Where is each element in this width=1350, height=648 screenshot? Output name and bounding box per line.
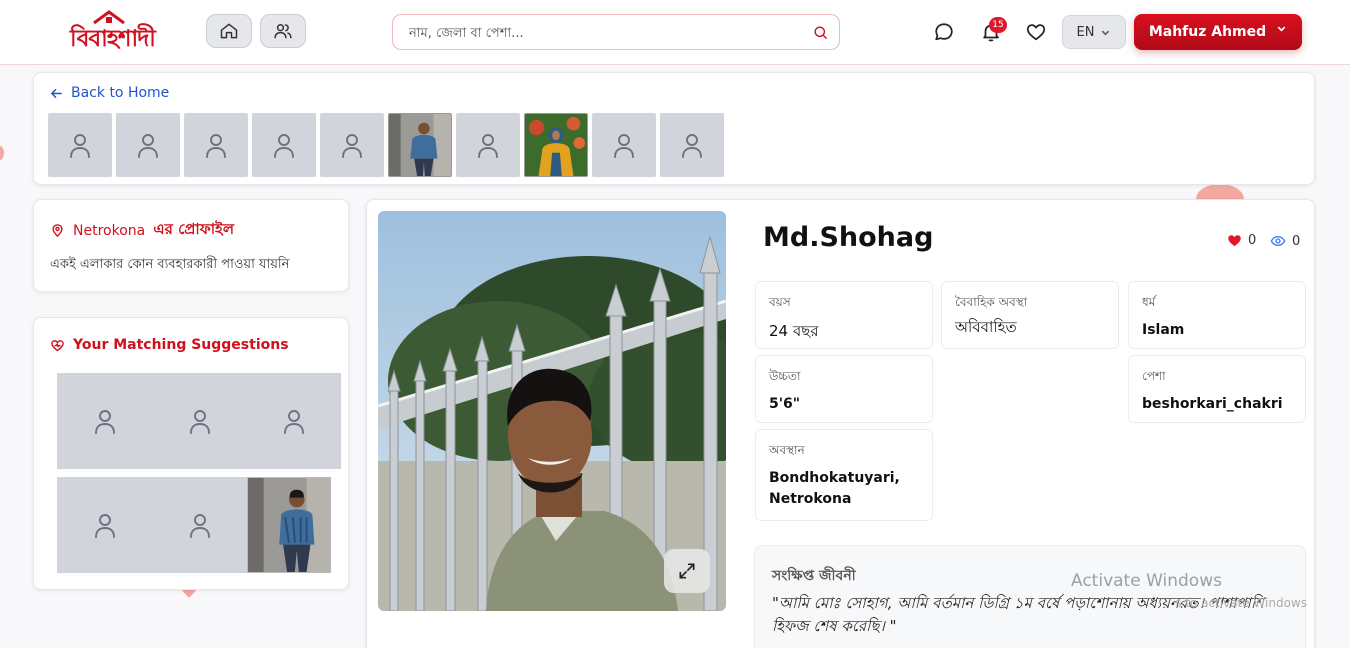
user-placeholder-icon	[70, 134, 90, 158]
eye-icon	[1270, 235, 1286, 247]
back-to-home-link[interactable]: Back to Home	[50, 85, 169, 101]
info-card-marital-status: বৈবাহিক অবস্থা অবিবাহিত	[941, 281, 1119, 349]
activate-windows-subtitle: Go to Settings to activate Windows.	[1176, 596, 1307, 610]
search-icon[interactable]	[812, 24, 829, 41]
gallery-thumbnail[interactable]	[456, 113, 520, 177]
area-profile-title: Netrokona এর প্রোফাইল	[50, 218, 234, 243]
user-placeholder-icon	[614, 134, 634, 158]
profile-photo-woman	[525, 114, 587, 176]
religion-label: ধর্ম	[1142, 295, 1156, 309]
user-placeholder-icon	[95, 514, 115, 538]
users-icon	[274, 24, 292, 39]
suggestion-item[interactable]	[153, 373, 247, 469]
gallery-thumbnail[interactable]	[524, 113, 588, 177]
location-label: অবস্থান	[769, 443, 805, 457]
area-profile-suffix: এর প্রোফাইল	[153, 220, 235, 238]
user-name: Mahfuz Ahmed	[1148, 24, 1267, 40]
suggestions-title: Your Matching Suggestions	[50, 337, 289, 353]
activate-windows-subtitle-text: Go to Settings to activate Windows.	[1176, 596, 1307, 610]
heart-pulse-icon	[51, 339, 64, 351]
suggestion-item[interactable]	[247, 373, 341, 469]
age-value: 24 বছর	[769, 322, 819, 340]
decorative-blob	[0, 146, 4, 160]
user-placeholder-icon	[274, 134, 294, 158]
gallery-thumbnail[interactable]	[48, 113, 112, 177]
profile-photo-man	[248, 478, 330, 572]
home-button[interactable]	[206, 14, 252, 48]
height-value: 5'6"	[769, 396, 801, 412]
user-placeholder-icon	[206, 134, 226, 158]
suggestion-item[interactable]	[57, 373, 153, 469]
area-profile-message: একই এলাকার কোন ব্যবহারকারী পাওয়া যায়নি	[50, 257, 290, 272]
user-placeholder-icon	[190, 410, 210, 434]
profession-value: beshorkari_chakri	[1142, 396, 1283, 412]
user-menu-button[interactable]: Mahfuz Ahmed	[1134, 14, 1302, 50]
heart-filled-icon	[1228, 235, 1241, 247]
marital-status-value: অবিবাহিত	[955, 318, 1017, 336]
religion-value: Islam	[1142, 322, 1185, 338]
gallery-thumbnail[interactable]	[184, 113, 248, 177]
age-label: বয়স	[769, 295, 791, 309]
bio-title: সংক্ষিপ্ত জীবনী	[772, 568, 856, 584]
suggestion-item[interactable]	[153, 477, 247, 573]
views-count: 0	[1270, 233, 1300, 249]
area-profile-card	[33, 199, 349, 292]
location-pin-icon	[52, 224, 63, 238]
search-input[interactable]	[409, 23, 799, 43]
messages-button[interactable]	[932, 20, 956, 44]
profile-name: Md.Shohag	[763, 222, 934, 253]
user-placeholder-icon	[342, 134, 362, 158]
users-button[interactable]	[260, 14, 306, 48]
info-card-religion: ধর্ম Islam	[1128, 281, 1306, 349]
info-card-age: বয়স 24 বছর	[755, 281, 933, 349]
expand-photo-button[interactable]	[664, 549, 710, 593]
user-placeholder-icon	[190, 514, 210, 538]
language-label: EN	[1076, 24, 1095, 40]
home-icon	[220, 23, 238, 39]
area-location: Netrokona	[73, 222, 146, 239]
gallery-thumbnail[interactable]	[660, 113, 724, 177]
language-selector[interactable]: EN	[1062, 15, 1126, 49]
suggestions-title-text: Your Matching Suggestions	[73, 337, 289, 353]
marital-status-label: বৈবাহিক অবস্থা	[955, 295, 1028, 309]
user-placeholder-icon	[95, 410, 115, 434]
user-placeholder-icon	[478, 134, 498, 158]
suggestion-item[interactable]	[57, 477, 153, 573]
chevron-down-icon	[1102, 30, 1110, 35]
user-placeholder-icon	[682, 134, 702, 158]
gallery-thumbnail[interactable]	[388, 113, 452, 177]
likes-count: 0	[1227, 233, 1256, 248]
heart-icon	[1026, 24, 1046, 41]
info-card-location: অবস্থান Bondhokatuyari, Netrokona	[755, 429, 933, 521]
top-header: বিবাহশাদী 15	[0, 0, 1350, 65]
gallery-thumbnail[interactable]	[592, 113, 656, 177]
gallery-thumbnail[interactable]	[116, 113, 180, 177]
gallery-thumbnail[interactable]	[320, 113, 384, 177]
site-logo[interactable]: বিবাহশাদী	[70, 10, 166, 52]
activate-windows-title: Activate Windows	[1071, 571, 1222, 591]
profession-label: পেশা	[1142, 369, 1166, 383]
search-box	[392, 14, 840, 50]
info-card-height: উচ্চতা 5'6"	[755, 355, 933, 423]
user-placeholder-icon	[284, 410, 304, 434]
location-value: Bondhokatuyari, Netrokona	[769, 470, 900, 507]
user-placeholder-icon	[138, 134, 158, 158]
logo-text: বিবাহশাদী	[70, 25, 156, 52]
favorites-button[interactable]	[1024, 20, 1048, 44]
chevron-down-icon	[1277, 26, 1286, 32]
expand-icon	[679, 563, 695, 579]
profile-photo-man	[389, 114, 451, 176]
likes-value: 0	[1248, 233, 1257, 248]
chat-icon	[935, 23, 953, 41]
back-to-home-label: Back to Home	[71, 85, 170, 101]
suggestion-item-photo[interactable]	[247, 477, 331, 573]
height-label: উচ্চতা	[769, 369, 801, 383]
arrow-left-icon	[50, 88, 62, 98]
notification-count-badge: 15	[989, 17, 1007, 33]
views-value: 0	[1292, 233, 1301, 249]
info-card-profession: পেশা beshorkari_chakri	[1128, 355, 1306, 423]
gallery-thumbnail[interactable]	[252, 113, 316, 177]
